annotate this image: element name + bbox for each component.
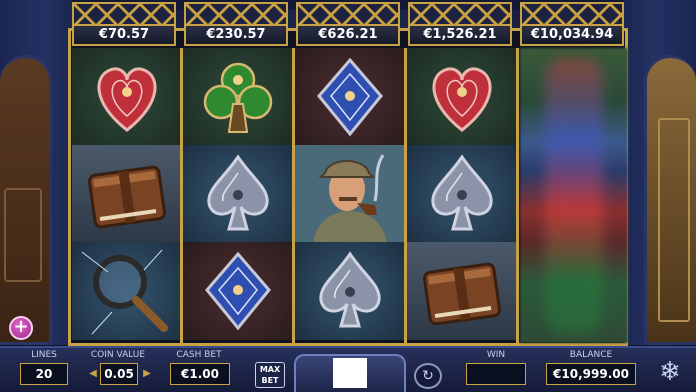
spin-button[interactable] <box>333 358 367 388</box>
autoplay-icon[interactable]: ↻ <box>414 363 442 389</box>
jackpot-truss <box>296 2 400 24</box>
spade-symbol <box>295 242 405 340</box>
right-door <box>644 55 696 345</box>
chevron-left-icon[interactable]: ◀ <box>86 363 100 385</box>
book-symbol <box>72 145 182 243</box>
book-icon <box>87 165 167 229</box>
jackpot-value: €626.21 <box>296 24 400 46</box>
spade-icon <box>207 154 269 231</box>
win-label: WIN <box>486 350 506 360</box>
lines-label: LINES <box>31 350 57 360</box>
magnifier-symbol <box>72 242 182 340</box>
heart-symbol <box>407 48 517 146</box>
left-wall <box>0 0 72 345</box>
cash-bet-field[interactable]: €1.00 <box>170 363 230 385</box>
jackpot-3: €626.21 <box>292 0 404 48</box>
jackpot-truss <box>520 2 624 24</box>
jackpot-value: €70.57 <box>72 24 176 46</box>
jackpot-truss <box>184 2 288 24</box>
book-icon <box>422 262 502 326</box>
jackpot-strip: €70.57 €230.57 €626.21 €1,526.21 €10,034… <box>68 0 628 48</box>
magnifier-icon <box>81 249 168 335</box>
cash-bet-label: CASH BET <box>176 350 222 360</box>
heart-symbol <box>72 48 182 146</box>
coin-value-field[interactable]: 0.05 <box>100 363 138 385</box>
spade-icon <box>319 251 381 328</box>
jackpot-truss <box>408 2 512 24</box>
control-bar: LINES 20 COIN VALUE ◀ 0.05 ▶ CASH BET €1… <box>0 346 696 392</box>
reel-divider <box>292 48 295 343</box>
snowflake-icon: ❄ <box>659 357 681 387</box>
reel-divider <box>180 48 183 343</box>
heart-icon <box>432 67 492 132</box>
plus-icon[interactable]: + <box>9 316 33 340</box>
jackpot-4: €1,526.21 <box>404 0 516 48</box>
balance-label: BALANCE <box>569 350 613 360</box>
coin-value-label: COIN VALUE <box>90 350 146 360</box>
max-bet-line-1: MAX <box>259 365 281 374</box>
diamond-symbol <box>295 48 405 146</box>
diamond-icon <box>205 251 271 331</box>
spade-symbol <box>183 145 293 243</box>
book-symbol <box>407 242 517 340</box>
club-icon <box>203 62 273 133</box>
max-bet-line-2: BET <box>261 376 279 385</box>
diamond-icon <box>317 57 383 137</box>
lines-field[interactable]: 20 <box>20 363 68 385</box>
heart-icon <box>97 67 157 132</box>
jackpot-2: €230.57 <box>180 0 292 48</box>
win-field <box>466 363 526 385</box>
jackpot-5: €10,034.94 <box>516 0 628 48</box>
chevron-right-icon[interactable]: ▶ <box>140 363 154 385</box>
max-bet-button[interactable]: MAX BET <box>255 362 285 388</box>
jackpot-value: €10,034.94 <box>520 24 624 46</box>
club-symbol <box>183 48 293 146</box>
jackpot-truss <box>72 2 176 24</box>
reel-5-spinning <box>520 48 628 343</box>
jackpot-1: €70.57 <box>68 0 180 48</box>
game-stage: €70.57 €230.57 €626.21 €1,526.21 €10,034… <box>0 0 696 392</box>
reel-divider <box>404 48 407 343</box>
detective-symbol <box>295 145 405 243</box>
reel-divider <box>516 48 519 343</box>
balance-field: €10,999.00 <box>546 363 636 385</box>
right-wall <box>624 0 696 345</box>
left-door <box>0 55 52 345</box>
detective-icon <box>295 145 405 243</box>
spade-icon <box>431 154 493 231</box>
jackpot-value: €230.57 <box>184 24 288 46</box>
jackpot-value: €1,526.21 <box>408 24 512 46</box>
diamond-symbol <box>183 242 293 340</box>
spade-symbol <box>407 145 517 243</box>
